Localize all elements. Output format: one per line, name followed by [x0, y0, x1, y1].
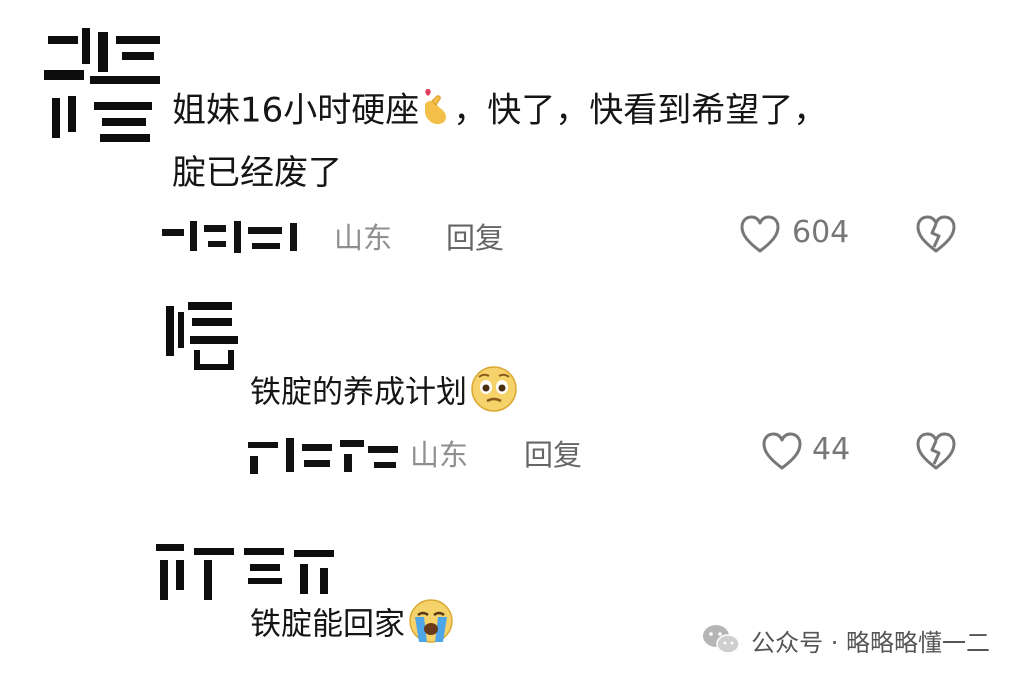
comment-text-part: ，快了，快看到希望了，: [453, 90, 828, 131]
watermark-label: 公众号 · 略略略懂一二: [751, 628, 990, 657]
like-count: 44: [812, 432, 851, 467]
avatar[interactable]: [38, 18, 168, 146]
comment-text-part: 姐妹16小时硬座: [172, 90, 420, 131]
pleading-face-emoji: [467, 364, 521, 424]
reply-text: 铁腚的养成计划: [250, 364, 521, 424]
username[interactable]: [244, 432, 404, 476]
like-button[interactable]: [738, 214, 782, 256]
broken-heart-icon: [916, 432, 956, 470]
like-count: 604: [792, 215, 850, 250]
reply-text-part: 铁腚的养成计划: [250, 374, 467, 411]
location-label: 山东: [410, 438, 469, 472]
heart-icon: [740, 215, 780, 253]
wechat-icon: [703, 625, 740, 654]
crying-face-emoji: [405, 598, 457, 654]
watermark: 公众号 · 略略略懂一二: [701, 620, 990, 660]
dislike-button[interactable]: [914, 431, 958, 473]
username[interactable]: [160, 215, 310, 259]
heart-fingers-emoji: [419, 86, 453, 138]
reply-button[interactable]: 回复: [446, 215, 504, 257]
location-label: 山东: [334, 221, 393, 255]
reply-button[interactable]: 回复: [524, 432, 582, 474]
comment-text-line2: 腚已经废了: [172, 153, 342, 193]
reply-text: 铁腚能回家: [250, 598, 457, 654]
heart-icon: [762, 432, 802, 470]
reply-text-part: 铁腚能回家: [250, 606, 405, 643]
avatar[interactable]: [158, 292, 250, 382]
dislike-button[interactable]: [914, 214, 958, 256]
like-button[interactable]: [760, 431, 804, 473]
comment-text: 姐妹16小时硬座 ，快了，快看到希望了，: [172, 86, 827, 138]
avatar[interactable]: [150, 520, 342, 608]
broken-heart-icon: [916, 215, 956, 253]
